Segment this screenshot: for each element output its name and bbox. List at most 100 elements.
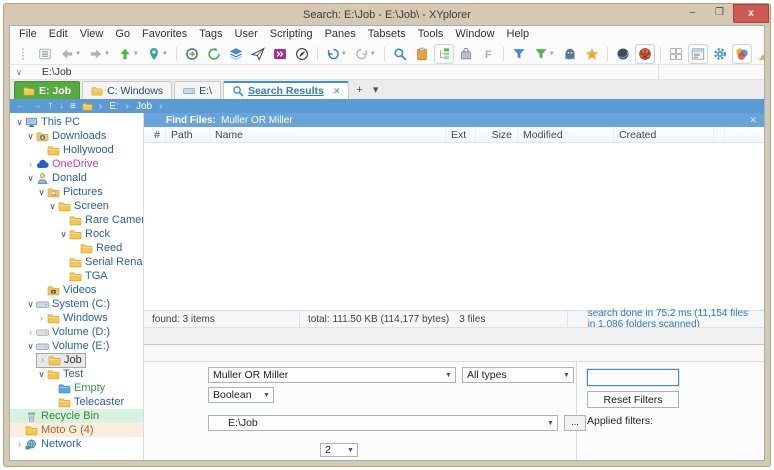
tree-item-moto-g-4[interactable]: Moto G (4)	[10, 423, 143, 437]
tree-item-donald[interactable]: ∨Donald	[10, 171, 143, 185]
crumb-e[interactable]: E:	[108, 101, 119, 112]
find-header-close-icon[interactable]: ✕	[749, 115, 757, 126]
combo-caret-icon[interactable]: ▼	[560, 372, 573, 379]
tree-expander-icon[interactable]: ∨	[25, 173, 36, 184]
address-caret-icon[interactable]: ∨	[16, 68, 22, 77]
address-row[interactable]: ∨ E:\Job	[10, 65, 764, 80]
find-now-button[interactable]	[587, 369, 679, 386]
tree-item-videos[interactable]: Videos	[10, 283, 143, 297]
column-header-modified[interactable]: Modified	[518, 127, 614, 142]
tree-item-windows[interactable]: ›Windows	[10, 311, 143, 325]
name-value[interactable]: Muller OR Miller	[213, 369, 442, 381]
tree-expander-icon[interactable]: ∨	[36, 369, 47, 380]
tree-item-recycle-bin[interactable]: Recycle Bin	[10, 409, 143, 423]
tree-item-tga[interactable]: TGA	[10, 269, 143, 283]
toolbar-forward-button[interactable]: ▼	[86, 44, 113, 64]
tree-expander-icon[interactable]: ›	[36, 313, 47, 324]
toolbar-power-filter-button[interactable]: ▼	[531, 44, 558, 64]
tab-list-caret-icon[interactable]: ▾	[368, 81, 384, 99]
address-path[interactable]: E:\Job	[42, 66, 72, 78]
tree-item-empty[interactable]: Empty	[10, 381, 143, 395]
tree-expander-icon[interactable]: ∨	[58, 229, 69, 240]
tree-item-downloads[interactable]: ∨Downloads	[10, 129, 143, 143]
toolbar-browse-button[interactable]	[292, 44, 312, 64]
tree-item-serial-rename[interactable]: Serial Rename	[10, 255, 143, 269]
dropdown-caret-icon[interactable]: ▼	[162, 51, 168, 57]
tree-item-onedrive[interactable]: ›OneDrive	[10, 157, 143, 171]
crumb-menu-icon[interactable]: ≡	[70, 101, 76, 112]
toolbar-scripting-button[interactable]	[270, 44, 290, 64]
menu-panes[interactable]: Panes	[319, 26, 362, 43]
toolbar-main-menu-button[interactable]	[35, 44, 55, 64]
toolbar-paste-button[interactable]	[412, 44, 432, 64]
file-list-empty-area[interactable]	[144, 143, 764, 310]
menu-go[interactable]: Go	[109, 26, 136, 43]
toolbar-age-stamps-button[interactable]	[710, 44, 730, 64]
tree-item-test[interactable]: ∨Test	[10, 367, 143, 381]
column-header-created[interactable]: Created	[614, 127, 714, 142]
toolbar-up-button[interactable]: ▼	[115, 44, 142, 64]
toolbar-spot-and-jump-button[interactable]	[635, 44, 655, 64]
toolbar-favorites-button[interactable]	[582, 44, 602, 64]
toolbar-redo-button[interactable]: ▼	[352, 44, 379, 64]
tab-search-results[interactable]: Search Results✕	[223, 81, 349, 99]
menu-help[interactable]: Help	[501, 26, 536, 43]
menu-file[interactable]: File	[13, 26, 43, 43]
toolbar-details-view-button[interactable]	[688, 44, 708, 64]
dropdown-caret-icon[interactable]: ▼	[370, 51, 376, 57]
toolbar-mini-tree-button[interactable]	[434, 44, 454, 64]
tree-expander-icon[interactable]: ∨	[25, 341, 36, 352]
toolbar-recent-locations-button[interactable]: ▼	[144, 44, 171, 64]
tree-expander-icon[interactable]: ∨	[25, 299, 36, 310]
location-value[interactable]: E:\Job	[228, 417, 544, 429]
crumb-nav-1[interactable]: →	[32, 99, 42, 113]
tree-item-screen[interactable]: ∨Screen	[10, 199, 143, 213]
tree-expander-icon[interactable]: ›	[14, 439, 25, 450]
toolbar-layers-button[interactable]	[226, 44, 246, 64]
toolbar-thumbnails-view-button[interactable]	[666, 44, 686, 64]
toolbar-undo-button[interactable]: ▼	[323, 44, 350, 64]
column-header-name[interactable]: Name	[210, 127, 446, 142]
tree-expander-icon[interactable]: ∨	[14, 117, 25, 128]
menu-view[interactable]: View	[74, 26, 110, 43]
tree-item-job[interactable]: ›Job	[10, 353, 143, 367]
tree-item-volume-d[interactable]: ›Volume (D:)	[10, 325, 143, 339]
column-header-path[interactable]: Path	[166, 127, 210, 142]
menu-scripting[interactable]: Scripting	[264, 26, 319, 43]
reset-filters-button[interactable]: Reset Filters	[587, 391, 679, 408]
mode-value[interactable]: Boolean	[213, 389, 260, 401]
menu-user[interactable]: User	[229, 26, 264, 43]
filter-icon[interactable]	[663, 66, 675, 78]
column-header-[interactable]: #	[144, 127, 166, 142]
maximize-button[interactable]: ❐	[706, 4, 733, 20]
tree-expander-icon[interactable]: ›	[25, 159, 36, 170]
tree-item-volume-e[interactable]: ∨Volume (E:)	[10, 339, 143, 353]
menu-edit[interactable]: Edit	[43, 26, 74, 43]
dropdown-caret-icon[interactable]: ▼	[549, 51, 555, 57]
menu-tabsets[interactable]: Tabsets	[362, 26, 412, 43]
tree-item-reed[interactable]: Reed	[10, 241, 143, 255]
crumb-job[interactable]: Job	[135, 101, 153, 112]
tab-e[interactable]: E:\	[174, 81, 221, 99]
tab-c-windows[interactable]: C: Windows	[82, 81, 172, 99]
toolbar-find-files-button[interactable]	[390, 44, 410, 64]
type-value[interactable]: All types	[467, 369, 560, 381]
toolbar-catalog-button[interactable]	[456, 44, 476, 64]
name-combobox[interactable]: Muller OR Miller▼	[208, 367, 456, 383]
toolbar-color-filters-button[interactable]	[732, 44, 752, 64]
toolbar-ghost-filter-button[interactable]	[560, 44, 580, 64]
combo-caret-icon[interactable]: ▼	[260, 392, 273, 399]
toolbar-refresh-button[interactable]	[204, 44, 224, 64]
menu-window[interactable]: Window	[449, 26, 500, 43]
menu-tags[interactable]: Tags	[193, 26, 228, 43]
tree-expander-icon[interactable]: ∨	[25, 131, 36, 142]
dropdown-caret-icon[interactable]: ▼	[341, 51, 347, 57]
tab-e-job[interactable]: E: Job	[14, 81, 80, 99]
tree-item-network[interactable]: ›Network	[10, 437, 143, 451]
dropdown-caret-icon[interactable]: ▼	[104, 51, 110, 57]
tree-item-this-pc[interactable]: ∨This PC	[10, 115, 143, 129]
type-combobox[interactable]: All types▼	[462, 367, 574, 383]
minimize-button[interactable]: –	[679, 4, 706, 20]
toolbar-dark-mode-button[interactable]	[613, 44, 633, 64]
toolbar-grip-button[interactable]	[13, 44, 33, 64]
